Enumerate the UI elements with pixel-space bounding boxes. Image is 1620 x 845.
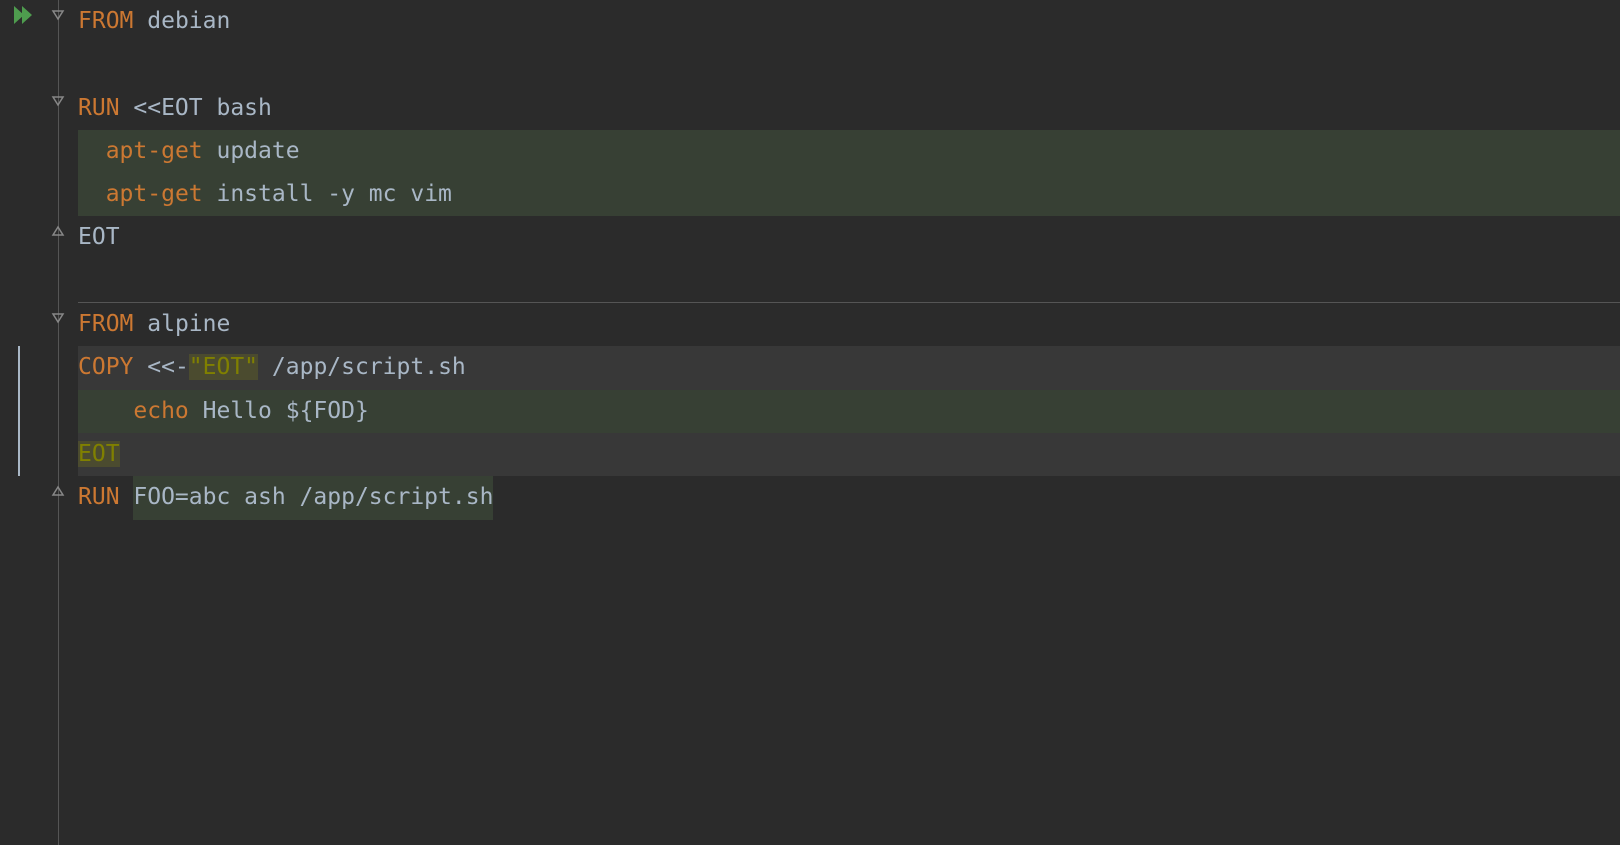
heredoc-close: EOT <box>78 441 120 467</box>
keyword-from: FROM <box>78 8 147 34</box>
keyword-run: RUN <box>78 95 133 121</box>
image-name: alpine <box>147 311 230 337</box>
fold-marker-icon[interactable] <box>51 8 65 22</box>
shell-cmd: echo <box>133 398 202 424</box>
code-line[interactable]: RUN <<EOT bash <box>78 87 1620 130</box>
code-line[interactable]: EOT <box>78 433 1620 476</box>
copy-dest: /app/script.sh <box>272 354 466 380</box>
heredoc-close: EOT <box>78 224 120 250</box>
fold-marker-icon[interactable] <box>51 224 65 238</box>
code-line[interactable] <box>78 260 1620 303</box>
keyword-copy: COPY <box>78 354 147 380</box>
run-icon[interactable] <box>14 6 36 24</box>
image-name: debian <box>147 8 230 34</box>
shell-args: FOO=abc ash /app/script.sh <box>133 476 493 519</box>
shell-args: Hello ${FOD} <box>203 398 369 424</box>
fold-marker-icon[interactable] <box>51 94 65 108</box>
gutter <box>0 0 48 845</box>
shell-cmd: apt-get <box>106 181 217 207</box>
code-line[interactable]: apt-get update <box>78 130 1620 173</box>
code-line[interactable]: RUN FOO=abc ash /app/script.sh <box>78 476 1620 519</box>
code-line[interactable]: apt-get install -y mc vim <box>78 173 1620 216</box>
heredoc-open: <<EOT <box>133 95 216 121</box>
heredoc-delim: "EOT" <box>189 354 258 380</box>
keyword-run: RUN <box>78 484 133 510</box>
caret-indicator <box>18 346 20 476</box>
code-line[interactable]: FROM debian <box>78 0 1620 43</box>
code-line[interactable]: echo Hello ${FOD} <box>78 390 1620 433</box>
code-line[interactable]: FROM alpine <box>78 303 1620 346</box>
shell-cmd: apt-get <box>106 138 217 164</box>
shell-args: update <box>216 138 299 164</box>
code-editor[interactable]: FROM debian RUN <<EOT bash apt-get updat… <box>0 0 1620 845</box>
code-area[interactable]: FROM debian RUN <<EOT bash apt-get updat… <box>78 0 1620 845</box>
keyword-from: FROM <box>78 311 147 337</box>
code-line[interactable]: EOT <box>78 216 1620 259</box>
code-line[interactable] <box>78 43 1620 86</box>
fold-marker-icon[interactable] <box>51 484 65 498</box>
fold-marker-icon[interactable] <box>51 311 65 325</box>
shell-args: install -y mc vim <box>216 181 451 207</box>
shell-name: bash <box>216 95 271 121</box>
code-line[interactable]: COPY <<-"EOT" /app/script.sh <box>78 346 1620 389</box>
fold-column <box>48 0 78 845</box>
